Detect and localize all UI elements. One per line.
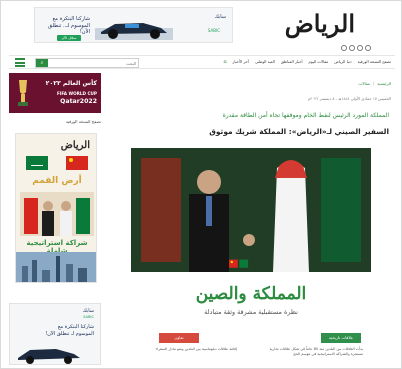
- sabic-logo: سابك: [214, 14, 226, 20]
- leaders-photo: [20, 192, 94, 236]
- breadcrumb: الرئيسية/مقالات: [358, 81, 391, 86]
- nav-item-national-day[interactable]: العيد الوطني: [255, 59, 275, 65]
- nav-item-regions[interactable]: أخبار المناطق: [281, 59, 303, 65]
- infographic-text-right: بدأت العلاقات بين البلدين منذ 80 عاماً ف…: [269, 347, 363, 356]
- breadcrumb-home[interactable]: الرئيسية: [377, 81, 391, 86]
- social-icon[interactable]: [365, 45, 371, 51]
- article-date: الخميس ١٧ جمادى الأولى ١٤٤٤هـ - ٨ ديسمبر…: [307, 96, 391, 101]
- skyline-image: [16, 252, 96, 282]
- nav-item-articles[interactable]: مقالات اليوم: [309, 59, 329, 65]
- social-icons: [341, 45, 371, 51]
- infographic-title: المملكة والصين: [195, 284, 307, 304]
- logo-text: الرياض: [284, 9, 355, 38]
- bottom-ad-brand: سابك: [82, 308, 94, 314]
- top-ad-banner[interactable]: شاركنا البتكرة مع الموسوم لـ.. تنطلق الآ…: [34, 7, 233, 43]
- china-flag-icon: [66, 156, 88, 170]
- social-icon[interactable]: [357, 45, 363, 51]
- home-icon[interactable]: ⌂: [223, 59, 226, 65]
- search-icon[interactable]: ⌕: [36, 59, 48, 67]
- top-ad-text: شاركنا البتكرة مع الموسوم لـ.. تنطلق الآ…: [48, 16, 90, 35]
- main-nav: ⌕ ⌂ آخر الأخبار العيد الوطني أخبار المنا…: [9, 55, 395, 69]
- bottom-side-ad[interactable]: سابك SABIC شاركنا البتكرة مع الموسوم لـ …: [9, 303, 101, 365]
- article-kicker: المملكة المورد الرئيس لنفط الخام وموقفها…: [222, 112, 389, 119]
- race-car-image: [95, 23, 173, 40]
- sabic-logo-latin: SABIC: [207, 28, 220, 33]
- saudi-china-side-ad[interactable]: الرياض أرض القمم شراكة استراتيجية شاملة: [15, 133, 97, 283]
- social-icon[interactable]: [349, 45, 355, 51]
- article-headline: السفير الصيني لـ«الرياض»: المملكة شريك م…: [209, 127, 389, 136]
- nav-item-donya[interactable]: دنيا الرياض: [334, 59, 351, 65]
- article-main-photo: [131, 148, 371, 272]
- nav-item-print-edition[interactable]: تصفح النسخة الورقية: [358, 59, 391, 65]
- page: شاركنا البتكرة مع الموسوم لـ.. تنطلق الآ…: [0, 0, 402, 369]
- nav-item-latest[interactable]: آخر الأخبار: [233, 59, 249, 65]
- infographic-box-right: علاقات تاريخية: [321, 333, 361, 343]
- wc-year: Qatar2022: [60, 98, 97, 105]
- infographic-text-left: إقامة علاقات دبلوماسية بين البلدين ونمو …: [155, 347, 238, 351]
- top-ad-cta[interactable]: سجّل الآن: [57, 35, 81, 41]
- social-icon[interactable]: [341, 45, 347, 51]
- site-logo[interactable]: الرياض: [261, 9, 361, 41]
- china-flag-icon: [229, 259, 249, 268]
- infographic-box-left: تعاون: [159, 333, 199, 343]
- race-car-image: [18, 349, 80, 364]
- world-cup-ad[interactable]: كأس العالم ٢٠٢٢ FIFA WORLD CUP Qatar2022: [9, 73, 101, 113]
- print-edition-caption[interactable]: تصفح النسخة الورقية: [9, 119, 101, 124]
- nav-items: ⌂ آخر الأخبار العيد الوطني أخبار المناطق…: [223, 59, 391, 65]
- search-box: ⌕: [35, 58, 139, 68]
- wc-title: كأس العالم ٢٠٢٢: [45, 80, 97, 87]
- bottom-ad-brand-latin: SABIC: [83, 315, 94, 319]
- bottom-ad-text: شاركنا البتكرة مع الموسوم لـ تنطلق الآن!: [45, 324, 94, 337]
- side-ad-gold-text: أرض القمم: [32, 176, 82, 186]
- hamburger-menu-icon[interactable]: [15, 58, 25, 67]
- infographic-subtitle: نظرة مستقبلية مشرقة وثقة متبادلة: [204, 308, 298, 316]
- article-infographic: المملكة والصين نظرة مستقبلية مشرقة وثقة …: [131, 272, 371, 368]
- search-input[interactable]: [52, 59, 138, 67]
- trophy-icon: [18, 80, 28, 106]
- breadcrumb-section[interactable]: مقالات: [358, 81, 369, 86]
- wc-subtitle: FIFA WORLD CUP: [56, 91, 97, 96]
- saudi-flag-icon: [26, 156, 48, 170]
- side-ad-logo: الرياض: [60, 140, 90, 151]
